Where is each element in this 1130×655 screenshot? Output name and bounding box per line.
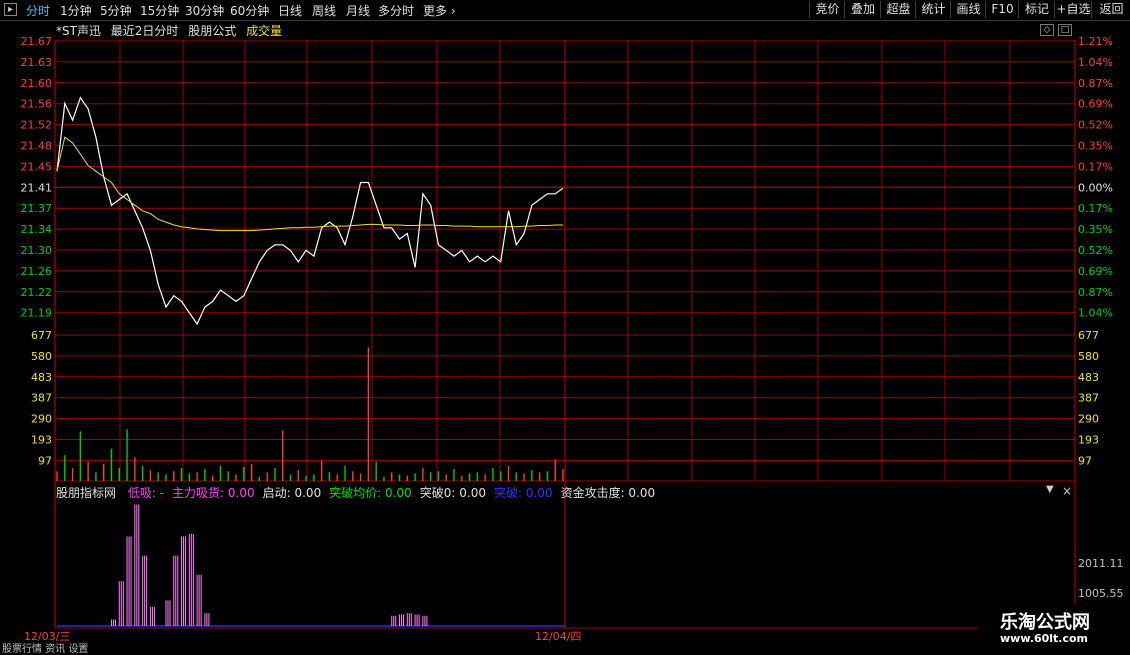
indicator-close-icon[interactable]: × bbox=[1062, 484, 1072, 498]
price-tick-left: 21.45 bbox=[21, 160, 53, 173]
indicator-dropdown-icon[interactable]: ▼ bbox=[1046, 484, 1054, 495]
price-tick-left: 21.41 bbox=[21, 181, 53, 194]
pct-tick-right: 0.87% bbox=[1078, 286, 1113, 299]
volume-tick-left: 290 bbox=[31, 413, 52, 426]
pct-tick-right: 0.52% bbox=[1078, 244, 1113, 257]
series-price-line bbox=[56, 96, 564, 326]
volume-tick-right: 387 bbox=[1078, 392, 1099, 405]
watermark: 乐淘公式网 www.60lt.com bbox=[980, 604, 1130, 650]
price-tick-left: 21.26 bbox=[21, 265, 53, 278]
indicator-item-1: 主力吸货: 0.00 bbox=[172, 486, 255, 500]
series-avg-line bbox=[56, 136, 563, 232]
price-tick-left: 21.63 bbox=[21, 56, 53, 69]
volume-tick-left: 580 bbox=[31, 350, 52, 363]
watermark-url: www.60lt.com bbox=[1000, 632, 1089, 645]
volume-tick-right: 483 bbox=[1078, 371, 1099, 384]
volume-tick-left: 483 bbox=[31, 371, 52, 384]
pct-tick-right: 0.69% bbox=[1078, 98, 1113, 111]
watermark-title: 乐淘公式网 bbox=[1000, 612, 1090, 633]
volume-tick-right: 193 bbox=[1078, 434, 1099, 447]
pct-tick-right: 0.17% bbox=[1078, 160, 1113, 173]
indicator-item-0: 低吸: - bbox=[127, 486, 165, 500]
indicator-name: 股朋指标网 bbox=[56, 486, 117, 500]
indicator-item-6: 资金攻击度: 0.00 bbox=[560, 486, 656, 500]
indicator-item-3: 突破均价: 0.00 bbox=[329, 486, 412, 500]
price-tick-left: 21.37 bbox=[21, 202, 53, 215]
volume-tick-right: 677 bbox=[1078, 329, 1099, 342]
pct-tick-right: 0.35% bbox=[1078, 140, 1113, 153]
indicator-item-4: 突破0: 0.00 bbox=[419, 486, 486, 500]
volume-tick-left: 97 bbox=[38, 454, 52, 467]
date-label-day2: 12/04/四 bbox=[535, 630, 581, 643]
pct-tick-right: 0.87% bbox=[1078, 77, 1113, 90]
indicator-tick: 2011.11 bbox=[1078, 557, 1124, 570]
price-tick-left: 21.48 bbox=[21, 140, 53, 153]
pct-tick-right: 0.00% bbox=[1078, 181, 1113, 194]
price-tick-left: 21.67 bbox=[21, 35, 53, 48]
chart-canvas: 21.67 1.21% 21.63 1.04% 21.60 0.87% 21.56 0.69%… bbox=[21, 35, 1124, 643]
price-tick-left: 21.22 bbox=[21, 286, 53, 299]
price-tick-left: 21.30 bbox=[21, 244, 53, 257]
volume-tick-right: 580 bbox=[1078, 350, 1099, 363]
volume-tick-right: 290 bbox=[1078, 413, 1099, 426]
footer-text: 股票行情 资讯 设置 bbox=[2, 644, 89, 655]
indicator-tick: 1005.55 bbox=[1078, 587, 1124, 600]
pct-tick-right: 0.52% bbox=[1078, 119, 1113, 132]
pct-tick-right: 1.04% bbox=[1078, 56, 1113, 69]
indicator-header: 股朋指标网 低吸: - 主力吸货: 0.00 启动: 0.00 突破均价: 0.00 突… bbox=[56, 484, 659, 500]
indicator-item-2: 启动: 0.00 bbox=[262, 486, 322, 500]
volume-tick-right: 97 bbox=[1078, 454, 1092, 467]
volume-tick-left: 677 bbox=[31, 329, 52, 342]
pct-tick-right: 1.21% bbox=[1078, 35, 1113, 48]
price-tick-left: 21.19 bbox=[21, 307, 53, 320]
pct-tick-right: 0.17% bbox=[1078, 202, 1113, 215]
price-tick-left: 21.56 bbox=[21, 98, 53, 111]
indicator-item-5: 突破: 0.00 bbox=[494, 486, 553, 500]
price-tick-left: 21.52 bbox=[21, 119, 53, 132]
volume-tick-left: 193 bbox=[31, 434, 52, 447]
price-tick-left: 21.34 bbox=[21, 223, 53, 236]
price-tick-left: 21.60 bbox=[21, 77, 53, 90]
pct-tick-right: 0.69% bbox=[1078, 265, 1113, 278]
pct-tick-right: 1.04% bbox=[1078, 307, 1113, 320]
volume-tick-left: 387 bbox=[31, 392, 52, 405]
pct-tick-right: 0.35% bbox=[1078, 223, 1113, 236]
